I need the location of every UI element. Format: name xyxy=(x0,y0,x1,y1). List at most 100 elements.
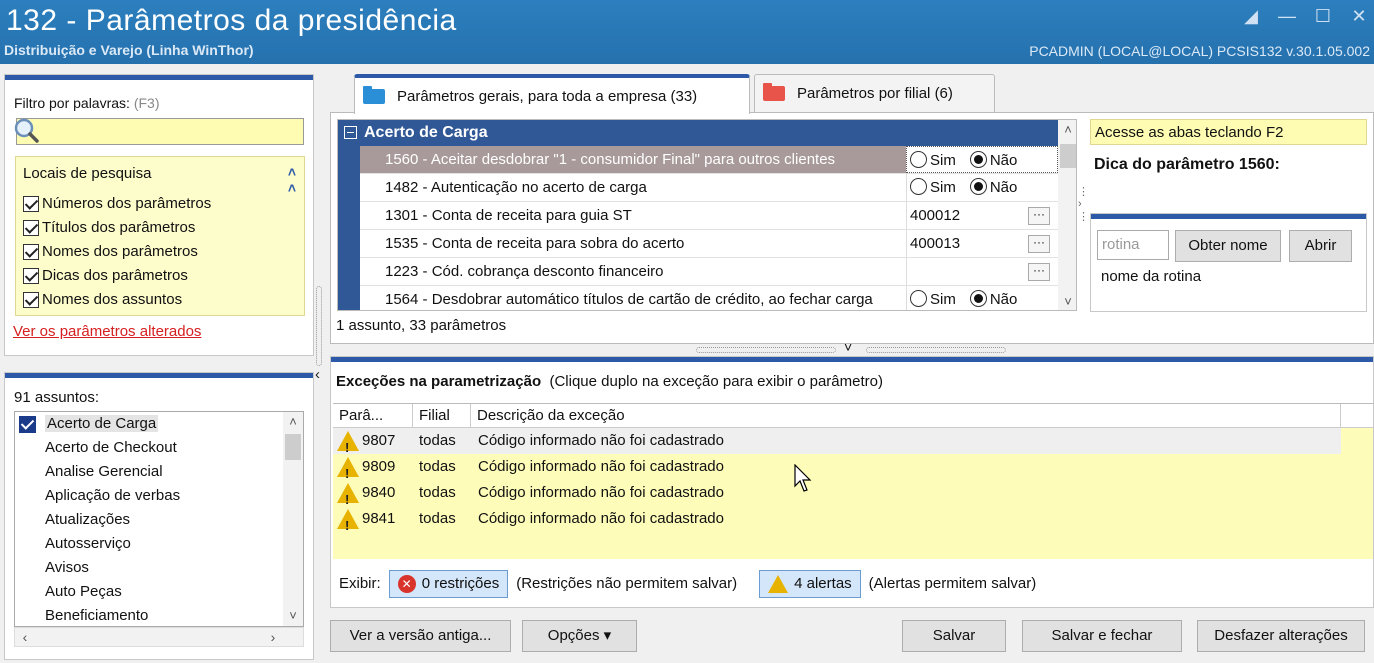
minimize-icon[interactable]: — xyxy=(1276,6,1298,26)
subjects-panel: 91 assuntos: Acerto de Carga Acerto de C… xyxy=(4,372,314,660)
option-titulos[interactable]: Títulos dos parâmetros xyxy=(23,219,195,236)
list-item[interactable]: Aplicação de verbas xyxy=(15,484,277,508)
collapse-group-icon[interactable] xyxy=(344,126,357,139)
lookup-button[interactable]: ··· xyxy=(1028,235,1050,253)
param-value[interactable]: Sim Não xyxy=(906,286,1058,310)
search-locations: Locais de pesquisa ˄ ˄ Números dos parâme… xyxy=(15,156,305,316)
subjects-count: 91 assuntos: xyxy=(14,389,100,406)
abrir-button[interactable]: Abrir xyxy=(1289,230,1352,262)
param-row-1560[interactable]: 1560 - Aceitar desdobrar "1 - consumidor… xyxy=(360,146,1058,174)
grid-scrollbar[interactable]: ˄ ˅ xyxy=(1058,120,1076,310)
option-dicas[interactable]: Dicas dos parâmetros xyxy=(23,267,188,284)
scroll-thumb[interactable] xyxy=(285,434,301,460)
radio-nao[interactable] xyxy=(969,178,987,196)
changed-params-link[interactable]: Ver os parâmetros alterados xyxy=(13,323,201,340)
chevron-up-icon[interactable]: ˄ xyxy=(283,412,303,432)
list-item[interactable]: Avisos xyxy=(15,556,277,580)
param-row-1564[interactable]: 1564 - Desdobrar automático títulos de c… xyxy=(360,286,1058,310)
list-item[interactable]: Acerto de Carga xyxy=(15,412,277,436)
tab-parametros-filial[interactable]: Parâmetros por filial (6) xyxy=(754,74,995,112)
list-item[interactable]: Acerto de Checkout xyxy=(15,436,277,460)
radio-sim[interactable] xyxy=(910,178,927,196)
group-header[interactable]: Acerto de Carga xyxy=(338,120,1058,146)
exceptions-table[interactable]: Parâ... Filial Descrição da exceção 9807… xyxy=(333,403,1373,559)
warning-icon xyxy=(337,509,359,539)
warning-icon xyxy=(337,457,359,487)
param-row-1535[interactable]: 1535 - Conta de receita para sobra do ac… xyxy=(360,230,1058,258)
list-item[interactable]: Auto Peças xyxy=(15,580,277,604)
scroll-thumb[interactable] xyxy=(1060,144,1076,168)
checkbox-icon[interactable] xyxy=(23,243,39,260)
chevron-down-icon[interactable]: ˅ xyxy=(1058,292,1076,310)
radio-sim[interactable] xyxy=(910,290,927,308)
chevron-down-icon[interactable]: ˅ xyxy=(283,606,303,626)
close-icon[interactable]: ✕ xyxy=(1348,6,1370,26)
radio-sim[interactable] xyxy=(910,151,927,169)
col-filial[interactable]: Filial xyxy=(413,404,471,428)
table-row[interactable]: 9840todasCódigo informado não foi cadast… xyxy=(333,480,1341,513)
checked-icon[interactable] xyxy=(19,416,36,433)
table-row[interactable]: 9807todasCódigo informado não foi cadast… xyxy=(333,428,1341,461)
obter-nome-button[interactable]: Obter nome xyxy=(1175,230,1281,262)
table-header: Parâ... Filial Descrição da exceção xyxy=(333,404,1373,428)
param-value[interactable]: ··· xyxy=(906,258,1058,285)
lookup-button[interactable]: ··· xyxy=(1028,207,1050,225)
params-grid[interactable]: Acerto de Carga 1560 - Aceitar desdobrar… xyxy=(337,119,1077,311)
search-input[interactable] xyxy=(16,118,304,145)
param-row-1223[interactable]: 1223 - Cód. cobrança desconto financeiro… xyxy=(360,258,1058,286)
param-value[interactable]: Sim Não xyxy=(906,146,1058,173)
opcoes-button[interactable]: Opções ▾ xyxy=(522,620,637,652)
expand-right-icon[interactable]: ⋮ › ⋮ xyxy=(1078,185,1089,245)
vertical-splitter[interactable] xyxy=(314,286,324,376)
checkbox-icon[interactable] xyxy=(23,219,39,236)
list-item[interactable]: Analise Gerencial xyxy=(15,460,277,484)
collapse-icon[interactable]: ˄ ˄ xyxy=(288,164,296,196)
col-param[interactable]: Parâ... xyxy=(333,404,413,428)
chevron-down-icon[interactable]: ˅ xyxy=(844,339,852,355)
desfazer-button[interactable]: Desfazer alterações xyxy=(1197,620,1365,652)
param-value[interactable]: 400012 ··· xyxy=(906,202,1058,229)
folder-icon xyxy=(363,85,385,104)
checkbox-icon[interactable] xyxy=(23,291,39,308)
ver-versao-antiga-button[interactable]: Ver a versão antiga... xyxy=(330,620,511,652)
param-value[interactable]: Sim Não xyxy=(906,174,1058,201)
radio-nao[interactable] xyxy=(969,290,987,308)
radio-nao[interactable] xyxy=(969,151,987,169)
mouse-cursor-icon xyxy=(794,464,812,492)
option-nomes[interactable]: Nomes dos parâmetros xyxy=(23,243,198,260)
rotina-input[interactable]: rotina xyxy=(1097,230,1169,260)
salvar-button[interactable]: Salvar xyxy=(902,620,1006,652)
table-row[interactable]: 9809todasCódigo informado não foi cadast… xyxy=(333,454,1341,487)
option-numeros[interactable]: Números dos parâmetros xyxy=(23,195,211,212)
maximize-icon[interactable]: ☐ xyxy=(1312,6,1334,26)
restore-icon[interactable]: ◢ xyxy=(1240,6,1262,26)
chevron-up-icon[interactable]: ˄ xyxy=(1058,120,1076,140)
checkbox-icon[interactable] xyxy=(23,267,39,284)
list-hscrollbar[interactable]: ‹ › xyxy=(14,627,304,647)
param-row-1482[interactable]: 1482 - Autenticação no acerto de carga S… xyxy=(360,174,1058,202)
param-row-1301[interactable]: 1301 - Conta de receita para guia ST 400… xyxy=(360,202,1058,230)
alertas-button[interactable]: 4 alertas xyxy=(759,570,861,598)
exceptions-title: Exceções na parametrização (Clique duplo… xyxy=(336,373,883,390)
restricoes-button[interactable]: ✕ 0 restrições xyxy=(388,570,509,598)
chevron-right-icon[interactable]: › xyxy=(263,628,283,646)
subjects-list[interactable]: Acerto de Carga Acerto de Checkout Anali… xyxy=(14,411,304,627)
table-row[interactable]: 9841todasCódigo informado não foi cadast… xyxy=(333,506,1341,539)
chevron-left-icon[interactable]: ‹ xyxy=(15,628,35,646)
list-item[interactable]: Atualizações xyxy=(15,508,277,532)
list-scrollbar[interactable]: ˄ ˅ xyxy=(283,412,303,626)
list-item[interactable]: Beneficiamento xyxy=(15,604,277,626)
collapse-left-icon[interactable]: ‹ xyxy=(315,366,320,383)
salvar-fechar-button[interactable]: Salvar e fechar xyxy=(1022,620,1182,652)
param-value[interactable]: 400013 ··· xyxy=(906,230,1058,257)
lookup-button[interactable]: ··· xyxy=(1028,263,1050,281)
exceptions-footer: Exibir: ✕ 0 restrições (Restrições não pe… xyxy=(339,570,1036,598)
list-item[interactable]: Autosserviço xyxy=(15,532,277,556)
tab-parametros-gerais[interactable]: Parâmetros gerais, para toda a empresa (… xyxy=(354,74,750,114)
col-descricao[interactable]: Descrição da exceção xyxy=(471,404,1341,428)
folder-icon xyxy=(763,83,785,101)
option-assuntos[interactable]: Nomes dos assuntos xyxy=(23,291,182,308)
exceptions-panel: Exceções na parametrização (Clique duplo… xyxy=(330,356,1374,608)
checkbox-icon[interactable] xyxy=(23,195,39,212)
horizontal-splitter[interactable]: ˅ xyxy=(696,339,1008,355)
